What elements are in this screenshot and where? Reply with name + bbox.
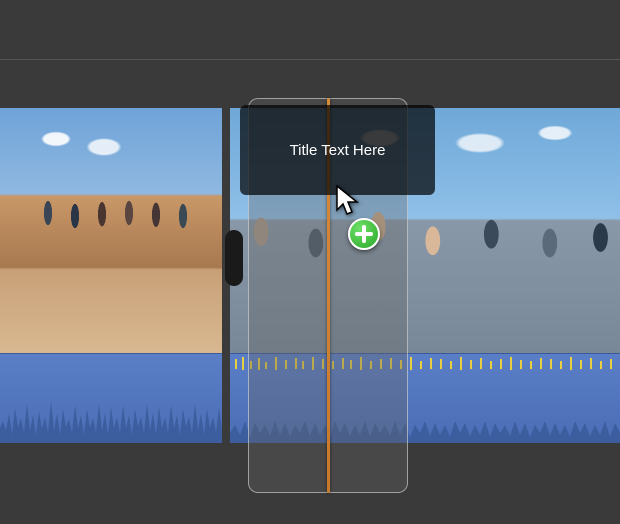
video-clip[interactable]	[0, 108, 222, 443]
audio-waveform	[230, 373, 620, 443]
transition-handle[interactable]	[225, 230, 243, 286]
clip-thumbnail	[0, 108, 222, 353]
audio-peaks	[230, 356, 620, 371]
toolbar-strip	[0, 0, 620, 60]
timeline[interactable]: Title Text Here	[0, 60, 620, 524]
audio-waveform	[0, 373, 222, 443]
clip-audio-track[interactable]	[0, 353, 222, 443]
sky-clouds	[20, 123, 140, 163]
clip-audio-track[interactable]	[230, 353, 620, 443]
add-plus-icon	[348, 218, 380, 250]
title-drag-preview[interactable]: Title Text Here	[240, 105, 435, 195]
title-placeholder-text: Title Text Here	[290, 142, 386, 159]
